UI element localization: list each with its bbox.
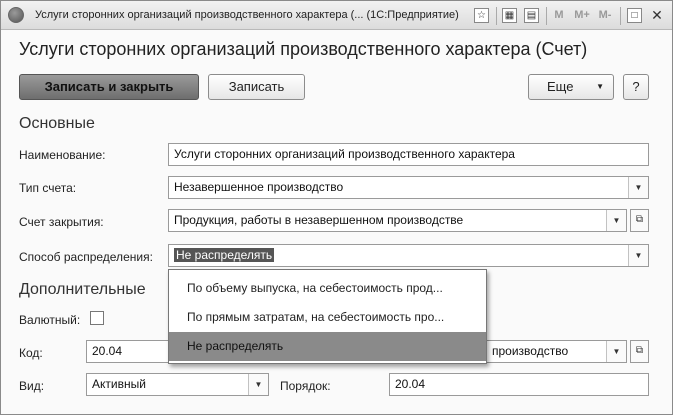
closing-account-select[interactable]: Продукция, работы в незавершенном произв…	[168, 209, 627, 232]
titlebar-divider	[546, 7, 547, 25]
title-bar: Услуги сторонних организаций производств…	[1, 1, 672, 30]
distribution-label: Способ распределения:	[19, 250, 153, 264]
titlebar-divider	[620, 7, 621, 25]
close-icon[interactable]: ✕	[650, 8, 664, 24]
chevron-down-icon[interactable]: ▼	[628, 245, 648, 266]
help-button[interactable]: ?	[623, 74, 649, 100]
currency-checkbox[interactable]	[90, 311, 104, 325]
account-type-label: Тип счета:	[19, 181, 77, 195]
distribution-select[interactable]: Не распределять ▼	[168, 244, 649, 267]
page-title: Услуги сторонних организаций производств…	[19, 39, 588, 59]
more-button[interactable]: Еще ▼	[528, 74, 614, 100]
order-label: Порядок:	[280, 379, 331, 393]
write-button[interactable]: Записать	[208, 74, 305, 100]
calendar-icon[interactable]: ▤	[524, 8, 539, 23]
favorite-star-icon[interactable]: ☆	[474, 8, 489, 23]
chevron-down-icon[interactable]: ▼	[628, 177, 648, 198]
write-and-close-button[interactable]: Записать и закрыть	[19, 74, 199, 100]
code-field[interactable]: 20.04	[86, 340, 176, 363]
memory-button[interactable]: M	[552, 8, 566, 24]
more-button-label: Еще	[547, 79, 574, 94]
dropdown-option[interactable]: По прямым затратам, на себестоимость про…	[169, 303, 486, 332]
memory-minus-button[interactable]: M-	[595, 8, 615, 24]
window-title: Услуги сторонних организаций производств…	[35, 9, 459, 21]
section-main-header: Основные	[19, 115, 95, 132]
section-additional-header: Дополнительные	[19, 281, 146, 298]
order-field[interactable]: 20.04	[389, 373, 649, 396]
chevron-down-icon[interactable]: ▼	[248, 374, 268, 395]
maximize-icon[interactable]: □	[627, 8, 642, 23]
dropdown-option-selected[interactable]: Не распределять	[169, 332, 486, 361]
right-account-value: производство	[492, 344, 569, 358]
open-right-account-icon[interactable]: ⧉	[630, 340, 649, 363]
code-label: Код:	[19, 346, 43, 360]
account-type-value: Незавершенное производство	[174, 180, 344, 194]
titlebar-divider	[496, 7, 497, 25]
kind-label: Вид:	[19, 379, 45, 393]
right-account-select[interactable]: производство ▼	[486, 340, 627, 363]
closing-account-value: Продукция, работы в незавершенном произв…	[174, 213, 464, 227]
chevron-down-icon: ▼	[596, 82, 604, 91]
chevron-down-icon[interactable]: ▼	[606, 341, 626, 362]
app-window: Услуги сторонних организаций производств…	[0, 0, 673, 415]
kind-value: Активный	[92, 377, 146, 391]
dropdown-option[interactable]: По объему выпуска, на себестоимость прод…	[169, 274, 486, 303]
currency-label: Валютный:	[19, 313, 81, 327]
app-logo-icon	[8, 7, 24, 23]
account-type-select[interactable]: Незавершенное производство ▼	[168, 176, 649, 199]
memory-plus-button[interactable]: M+	[572, 8, 592, 24]
name-field[interactable]: Услуги сторонних организаций производств…	[168, 143, 649, 166]
open-closing-account-icon[interactable]: ⧉	[630, 209, 649, 232]
calculator-icon[interactable]: ▦	[502, 8, 517, 23]
name-label: Наименование:	[19, 148, 106, 162]
closing-account-label: Счет закрытия:	[19, 215, 104, 229]
distribution-dropdown-list: По объему выпуска, на себестоимость прод…	[168, 269, 487, 364]
distribution-value: Не распределять	[174, 248, 275, 262]
chevron-down-icon[interactable]: ▼	[606, 210, 626, 231]
kind-select[interactable]: Активный ▼	[86, 373, 269, 396]
